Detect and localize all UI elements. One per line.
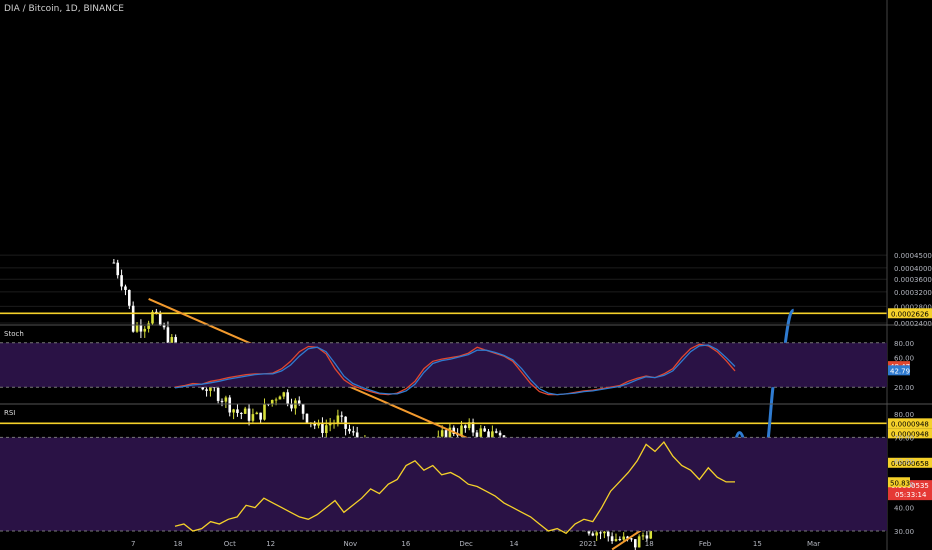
- candle-body: [595, 532, 598, 536]
- oscillator-tick-label: 60.00: [894, 458, 914, 466]
- time-tick-label: 2021: [579, 540, 597, 548]
- candle-body: [618, 539, 622, 541]
- time-tick-label: 18: [645, 540, 654, 548]
- candle-body: [263, 403, 266, 420]
- candle-body: [645, 535, 649, 539]
- symbol-title: DIA / Bitcoin, 1D, BINANCE: [4, 4, 124, 14]
- pane-title: RSI: [4, 409, 15, 417]
- candle-body: [143, 328, 147, 332]
- candle-body: [479, 428, 483, 437]
- candle-body: [352, 431, 355, 433]
- candle-body: [251, 414, 255, 421]
- oscillator-band: [0, 342, 887, 388]
- candle-body: [630, 538, 633, 540]
- time-tick-label: 16: [401, 540, 410, 548]
- candle-body: [641, 535, 645, 537]
- candle-body: [247, 408, 251, 421]
- time-tick-label: Feb: [699, 540, 712, 548]
- candle-body: [633, 539, 637, 548]
- candle-body: [301, 404, 305, 414]
- candle-body: [128, 289, 131, 306]
- oscillator-tick-label: 80.00: [894, 411, 914, 419]
- oscillator-tick-label: 80.00: [894, 340, 914, 348]
- price-tick-label: 0.0003200: [894, 289, 932, 297]
- candle-body: [475, 432, 479, 437]
- oscillator-value-label: 42.79: [890, 367, 910, 375]
- candle-body: [336, 415, 340, 423]
- time-tick-label: 12: [266, 540, 275, 548]
- candle-body: [120, 275, 123, 287]
- candle-body: [228, 397, 232, 413]
- oscillator-tick-label: 70.00: [894, 434, 914, 442]
- time-tick-label: Nov: [343, 540, 357, 548]
- candle-body: [637, 536, 641, 548]
- candle-body: [498, 432, 502, 436]
- candle-body: [158, 312, 162, 325]
- candle-body: [328, 424, 332, 426]
- oscillator-tick-label: 40.00: [894, 505, 914, 513]
- candle-body: [224, 397, 228, 402]
- candle-body: [259, 412, 262, 420]
- candle-body: [220, 400, 224, 402]
- candle-body: [135, 325, 139, 332]
- candle-body: [112, 262, 116, 264]
- candle-body: [305, 413, 309, 423]
- candle-body: [599, 532, 602, 534]
- candle-body: [166, 327, 170, 344]
- oscillator-band: [0, 437, 887, 531]
- candle-body: [255, 412, 259, 415]
- time-tick-label: 18: [174, 540, 183, 548]
- candle-body: [603, 531, 606, 534]
- candle-body: [205, 389, 208, 391]
- candle-body: [321, 422, 324, 434]
- candle-body: [243, 408, 247, 414]
- time-tick-label: Mar: [807, 540, 820, 548]
- candle-body: [274, 399, 278, 401]
- price-level-label: 0.0002626: [891, 310, 929, 318]
- candle-body: [282, 392, 286, 397]
- candle-body: [131, 305, 135, 332]
- time-tick-label: 15: [753, 540, 762, 548]
- candle-body: [622, 536, 626, 540]
- candle-body: [232, 409, 235, 413]
- pane-title: Stoch: [4, 330, 24, 338]
- price-tick-label: 0.0003600: [894, 276, 932, 284]
- candle-body: [240, 412, 243, 414]
- candle-body: [464, 425, 467, 429]
- candle-body: [606, 531, 610, 537]
- candle-body: [216, 387, 220, 401]
- candle-body: [324, 425, 328, 434]
- price-tick-label: 0.0004500: [894, 252, 932, 260]
- candle-body: [444, 430, 448, 438]
- time-tick-label: 14: [510, 540, 519, 548]
- oscillator-tick-label: 20.00: [894, 384, 914, 392]
- candle-body: [494, 431, 498, 433]
- oscillator-value-label: 50.83: [890, 479, 910, 487]
- time-tick-label: 7: [131, 540, 135, 548]
- candle-body: [116, 262, 120, 276]
- candle-body: [614, 539, 618, 542]
- candle-body: [286, 392, 289, 404]
- candle-body: [139, 325, 143, 332]
- time-tick-label: Oct: [224, 540, 236, 548]
- price-level-label: 0.0000948: [891, 420, 929, 428]
- candle-body: [483, 428, 486, 432]
- candle-body: [610, 536, 614, 542]
- candle-body: [340, 415, 344, 417]
- candle-body: [591, 533, 595, 536]
- price-tick-label: 0.0004000: [894, 265, 932, 273]
- candle-body: [278, 396, 282, 400]
- candle-body: [236, 409, 239, 413]
- chart-canvas: 0.0004500 0.0004000 0.0003600 0.0003200 0.00…: [0, 0, 932, 550]
- candle-body: [460, 425, 463, 436]
- candle-body: [147, 323, 150, 329]
- candle-body: [124, 286, 127, 290]
- oscillator-tick-label: 30.00: [894, 528, 914, 536]
- candle-body: [440, 430, 444, 437]
- countdown-label: 05:33:14: [895, 491, 927, 499]
- price-tick-label: 0.0002400: [894, 320, 932, 328]
- candle-body: [348, 428, 351, 432]
- time-tick-label: Dec: [459, 540, 473, 548]
